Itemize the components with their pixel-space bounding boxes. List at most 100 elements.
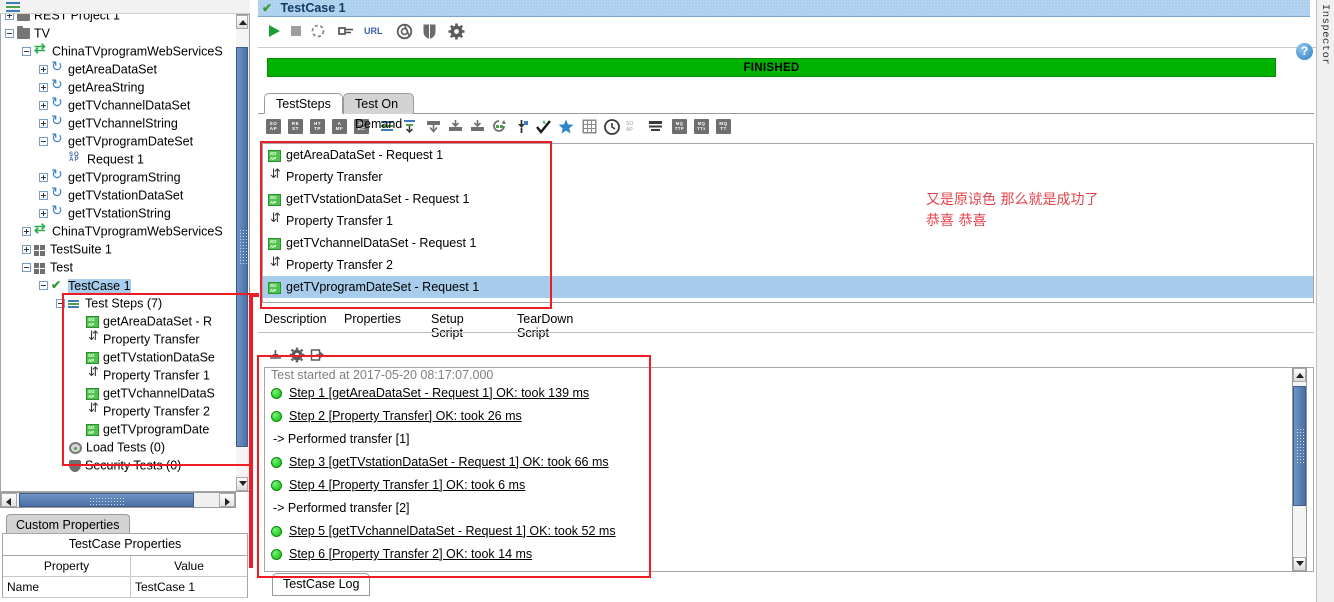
log-line[interactable]: Step 3 [getTVstationDataSet - Request 1]…	[265, 451, 1313, 474]
teststep-row[interactable]: getTVchannelDataSet - Request 1	[263, 232, 1313, 254]
tree-node[interactable]: TestSuite 1	[1, 240, 237, 258]
options-button[interactable]	[338, 23, 356, 42]
tab-teardown-script[interactable]: TearDown Script	[517, 312, 573, 340]
tree-node[interactable]: Test	[1, 258, 237, 276]
add-manual-teststep[interactable]	[558, 119, 574, 134]
tree-node[interactable]: Security Tests (0)	[1, 456, 237, 474]
tree-node[interactable]: getAreaDataSet - R	[1, 312, 237, 330]
clear-log-button[interactable]	[268, 348, 283, 366]
tree-node[interactable]: getTVprogramDate	[1, 420, 237, 438]
tab-setup-script[interactable]: Setup Script	[431, 312, 464, 340]
scroll-thumb[interactable]	[236, 47, 248, 447]
expand-icon[interactable]	[39, 209, 48, 219]
add-wait-step[interactable]	[604, 119, 620, 135]
tree-node[interactable]: getTVstationDataSet	[1, 186, 237, 204]
scroll-left-arrow[interactable]	[1, 493, 17, 507]
expand-icon[interactable]	[39, 83, 48, 93]
add-datasource-step[interactable]	[514, 119, 529, 134]
tree-node[interactable]: getTVprogramString	[1, 168, 237, 186]
tab-test-on-demand[interactable]: Test On Demand	[343, 93, 415, 131]
tree-node[interactable]: Test Steps (7)	[1, 294, 237, 312]
log-line[interactable]: Step 4 [Property Transfer 1] OK: took 6 …	[265, 474, 1313, 497]
tree-node[interactable]: getTVchannelString	[1, 114, 237, 132]
tab-properties[interactable]: Properties	[344, 312, 401, 326]
table-row[interactable]: Name TestCase 1	[3, 577, 247, 598]
add-assertion-step[interactable]	[536, 119, 551, 134]
tree-node[interactable]: TestCase 1	[1, 276, 237, 294]
expand-icon[interactable]	[5, 14, 14, 21]
settings-button[interactable]	[448, 23, 465, 43]
add-rest-request-step[interactable]: RE ST	[288, 119, 303, 134]
tree-horizontal-scrollbar[interactable]	[0, 492, 236, 508]
add-delay-step[interactable]	[448, 119, 463, 134]
log-scroll-up-arrow[interactable]	[1293, 368, 1306, 382]
tree-node[interactable]: Load Tests (0)	[1, 438, 237, 456]
list-icon[interactable]	[6, 2, 20, 12]
tree-node[interactable]: SO AP Request 1	[1, 150, 237, 168]
add-soap-mock-step[interactable]: SO AP	[626, 119, 641, 134]
teststep-row[interactable]: Property Transfer	[263, 166, 1313, 188]
expand-icon[interactable]	[39, 119, 48, 129]
log-settings-button[interactable]	[289, 347, 305, 366]
tab-testcase-log[interactable]: TestCase Log	[272, 573, 371, 596]
collapse-icon[interactable]	[39, 137, 48, 147]
tree-node[interactable]: getTVchannelDataSet	[1, 96, 237, 114]
scroll-down-arrow[interactable]	[236, 477, 248, 491]
add-property-transfer-step[interactable]	[402, 119, 417, 134]
add-script-step[interactable]	[470, 119, 485, 134]
tree-node[interactable]: REST Project 1	[1, 14, 237, 24]
coverage-button[interactable]	[396, 23, 413, 43]
log-line[interactable]: Step 1 [getAreaDataSet - Request 1] OK: …	[265, 382, 1313, 405]
loop-button[interactable]	[310, 23, 326, 42]
tree-node[interactable]: Property Transfer 1	[1, 366, 237, 384]
tab-description[interactable]: Description	[264, 312, 327, 326]
log-line-link[interactable]: Step 2 [Property Transfer] OK: took 26 m…	[289, 409, 522, 423]
expand-icon[interactable]	[22, 245, 31, 255]
run-button[interactable]	[266, 23, 282, 42]
security-button[interactable]	[422, 23, 437, 43]
property-value-cell[interactable]: TestCase 1	[131, 577, 247, 597]
add-mqtt-drop-step[interactable]: MQ TTx	[694, 119, 709, 134]
tree-node[interactable]: getAreaDataSet	[1, 60, 237, 78]
log-line-link[interactable]: Step 4 [Property Transfer 1] OK: took 6 …	[289, 478, 525, 492]
add-mqtt-publish-step[interactable]: MQ TTP	[672, 119, 687, 134]
log-line[interactable]: Step 2 [Property Transfer] OK: took 26 m…	[265, 405, 1313, 428]
log-line-link[interactable]: Step 3 [getTVstationDataSet - Request 1]…	[289, 455, 609, 469]
scroll-up-arrow[interactable]	[236, 15, 248, 29]
collapse-icon[interactable]	[5, 29, 14, 39]
add-http-request-step[interactable]: HT TP	[310, 119, 325, 134]
teststep-row[interactable]: getTVprogramDateSet - Request 1	[263, 276, 1313, 298]
add-run-testcase-step[interactable]	[492, 119, 507, 134]
log-line[interactable]: Step 6 [Property Transfer 2] OK: took 14…	[265, 543, 1313, 566]
tree-node[interactable]: getAreaString	[1, 78, 237, 96]
tree-node[interactable]: getTVchannelDataS	[1, 384, 237, 402]
log-scroll-down-arrow[interactable]	[1293, 557, 1306, 571]
add-amf-request-step[interactable]: A MF	[332, 119, 347, 134]
add-jms-step[interactable]	[648, 119, 663, 134]
add-mqtt-receive-step[interactable]: MQ TT	[716, 119, 731, 134]
url-button[interactable]: URL	[364, 26, 383, 36]
scroll-thumb-horizontal[interactable]	[19, 493, 194, 507]
tree-node[interactable]: ChinaTVprogramWebServiceS	[1, 222, 237, 240]
teststep-row[interactable]: Property Transfer 2	[263, 254, 1313, 276]
tree-node[interactable]: Property Transfer 2	[1, 402, 237, 420]
tab-teststeps[interactable]: TestSteps	[264, 93, 343, 114]
teststep-row[interactable]: getAreaDataSet - Request 1	[263, 144, 1313, 166]
log-line-link[interactable]: Step 1 [getAreaDataSet - Request 1] OK: …	[289, 386, 589, 400]
log-line-link[interactable]: Step 5 [getTVchannelDataSet - Request 1]…	[289, 524, 616, 538]
collapse-icon[interactable]	[22, 47, 31, 57]
log-vertical-scrollbar[interactable]	[1292, 367, 1307, 572]
collapse-icon[interactable]	[39, 281, 48, 291]
tree-node[interactable]: Property Transfer	[1, 330, 237, 348]
tree-node[interactable]: getTVprogramDateSet	[1, 132, 237, 150]
expand-icon[interactable]	[39, 191, 48, 201]
tree-node[interactable]: TV	[1, 24, 237, 42]
testcase-log[interactable]: Test started at 2017-05-20 08:17:07.000 …	[264, 367, 1314, 572]
tree-vertical-scrollbar[interactable]	[236, 14, 250, 492]
tree-node[interactable]: getTVstationString	[1, 204, 237, 222]
inspector-strip[interactable]: Inspector	[1316, 0, 1334, 602]
stop-button[interactable]	[288, 23, 304, 42]
help-icon[interactable]: ?	[1296, 43, 1313, 60]
log-scroll-thumb[interactable]	[1293, 386, 1306, 506]
expand-icon[interactable]	[22, 227, 31, 237]
